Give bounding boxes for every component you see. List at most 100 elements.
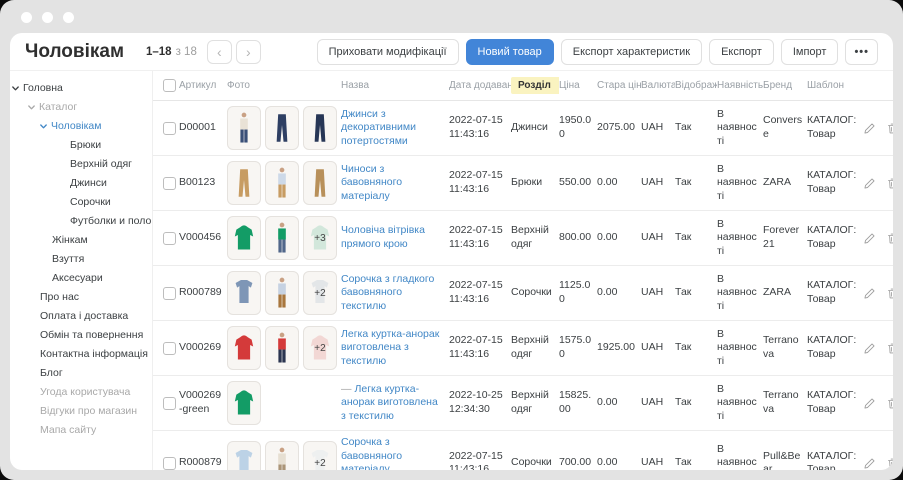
delete-button[interactable] (886, 232, 893, 245)
column-header: Бренд (763, 71, 807, 101)
product-photo-thumbnail[interactable] (227, 381, 261, 425)
product-photo-thumbnail[interactable] (303, 161, 337, 205)
edit-button[interactable] (863, 232, 876, 245)
product-name-link[interactable]: Сорочка з бавовняного матеріалу притален… (341, 436, 429, 470)
availability-cell: В наявності (717, 156, 763, 211)
toolbar-actions: Приховати модифікації Новий товар Експор… (317, 39, 878, 65)
product-photo-thumbnail[interactable] (303, 106, 337, 150)
delete-button[interactable] (886, 342, 893, 355)
chevron-down-icon (39, 122, 51, 131)
sidebar-item[interactable]: Футболки и поло (10, 212, 152, 231)
sidebar-item[interactable]: Блог (10, 364, 152, 383)
product-photo-thumbnail[interactable] (265, 161, 299, 205)
sorted-column-chip[interactable]: Розділ (511, 77, 559, 94)
sidebar-item[interactable]: Чоловікам (10, 117, 152, 136)
product-name-link[interactable]: Чоловіча вітрівка прямого крою (341, 224, 425, 250)
sidebar-item[interactable]: Обмін та повернення (10, 326, 152, 345)
product-photo-thumbnail[interactable] (227, 271, 261, 315)
product-photo-thumbnail[interactable] (265, 271, 299, 315)
section-cell: Джинси (511, 101, 559, 156)
window-dot-icon[interactable] (63, 12, 74, 23)
more-photos-thumbnail[interactable]: +3 (303, 216, 337, 260)
product-name-link[interactable]: Легка куртка-анорак виготовлена з тексти… (341, 328, 439, 367)
display-cell: Так (675, 101, 717, 156)
section-cell: Сорочки (511, 266, 559, 321)
sidebar-item[interactable]: Каталог (10, 98, 152, 117)
table-row: R000879+2Сорочка з бавовняного матеріалу… (153, 431, 893, 471)
currency-cell: UAH (641, 101, 675, 156)
edit-button[interactable] (863, 342, 876, 355)
export-characteristics-button[interactable]: Експорт характеристик (561, 39, 702, 65)
next-page-button[interactable]: › (236, 40, 261, 64)
more-photos-thumbnail[interactable]: +2 (303, 271, 337, 315)
sidebar-item[interactable]: Жінкам (10, 231, 152, 250)
product-photo-thumbnail[interactable] (265, 441, 299, 470)
actions-cell (863, 156, 893, 211)
product-name-link[interactable]: Джинси з декоративними потертостями (341, 108, 416, 147)
product-name-link[interactable]: Легка куртка-анорак виготовлена з тексти… (341, 383, 438, 422)
sidebar-item[interactable]: Оплата і доставка (10, 307, 152, 326)
sidebar-item[interactable]: Контактна інформація (10, 345, 152, 364)
sidebar-item[interactable]: Джинси (10, 174, 152, 193)
sidebar-item[interactable]: Про нас (10, 288, 152, 307)
column-header: Шаблон (807, 71, 863, 101)
prev-page-button[interactable]: ‹ (207, 40, 232, 64)
edit-button[interactable] (863, 457, 876, 470)
row-select-cell (153, 376, 179, 431)
row-checkbox[interactable] (163, 457, 176, 470)
row-checkbox[interactable] (163, 287, 176, 300)
delete-button[interactable] (886, 287, 893, 300)
more-photos-count: +2 (304, 442, 336, 470)
sidebar-item-label: Чоловікам (51, 117, 102, 136)
delete-button[interactable] (886, 122, 893, 135)
sidebar-item[interactable]: Верхній одяг (10, 155, 152, 174)
edit-button[interactable] (863, 287, 876, 300)
select-all-checkbox[interactable] (163, 79, 176, 92)
chevron-down-icon (39, 122, 48, 131)
edit-button[interactable] (863, 397, 876, 410)
export-button[interactable]: Експорт (709, 39, 774, 65)
edit-button[interactable] (863, 122, 876, 135)
section-cell: Верхній одяг (511, 321, 559, 376)
product-name-link[interactable]: Сорочка з гладкого бавовняного текстилю (341, 273, 434, 312)
sidebar-item[interactable]: Мапа сайту (10, 421, 152, 440)
new-product-button[interactable]: Новий товар (466, 39, 554, 65)
sidebar-item[interactable]: Взуття (10, 250, 152, 269)
edit-button[interactable] (863, 177, 876, 190)
sidebar-item[interactable]: Брюки (10, 136, 152, 155)
product-photo-thumbnail[interactable] (227, 441, 261, 470)
availability-cell: В наявності (717, 321, 763, 376)
product-photo-thumbnail[interactable] (227, 106, 261, 150)
product-photo-thumbnail[interactable] (265, 106, 299, 150)
product-photo-thumbnail[interactable] (265, 326, 299, 370)
delete-button[interactable] (886, 457, 893, 470)
delete-button[interactable] (886, 397, 893, 410)
delete-button[interactable] (886, 177, 893, 190)
more-photos-thumbnail[interactable]: +2 (303, 326, 337, 370)
product-photo-thumbnail[interactable] (227, 216, 261, 260)
window-dot-icon[interactable] (21, 12, 32, 23)
column-header-label: Дата додавання (449, 80, 511, 91)
row-checkbox[interactable] (163, 122, 176, 135)
sidebar-item[interactable]: Угода користувача (10, 383, 152, 402)
more-photos-thumbnail[interactable]: +2 (303, 441, 337, 470)
import-button[interactable]: Імпорт (781, 39, 839, 65)
row-checkbox[interactable] (163, 342, 176, 355)
product-name-link[interactable]: Чиноси з бавовняного матеріалу (341, 163, 402, 202)
date-added-cell: 2022-07-15 11:43:16 (449, 156, 511, 211)
product-photo-thumbnail[interactable] (227, 326, 261, 370)
sidebar-item[interactable]: Сорочки (10, 193, 152, 212)
window-dot-icon[interactable] (42, 12, 53, 23)
hide-modifications-button[interactable]: Приховати модифікації (317, 39, 459, 65)
row-checkbox[interactable] (163, 232, 176, 245)
sidebar-item[interactable]: Головна (10, 79, 152, 98)
row-checkbox[interactable] (163, 397, 176, 410)
more-actions-button[interactable]: ••• (845, 39, 878, 65)
column-header: Валюта (641, 71, 675, 101)
row-checkbox[interactable] (163, 177, 176, 190)
product-photo-thumbnail[interactable] (227, 161, 261, 205)
product-photo-thumbnail[interactable] (265, 216, 299, 260)
sidebar-item-label: Угода користувача (40, 383, 130, 402)
sidebar-item[interactable]: Аксесуари (10, 269, 152, 288)
sidebar-item[interactable]: Відгуки про магазин (10, 402, 152, 421)
